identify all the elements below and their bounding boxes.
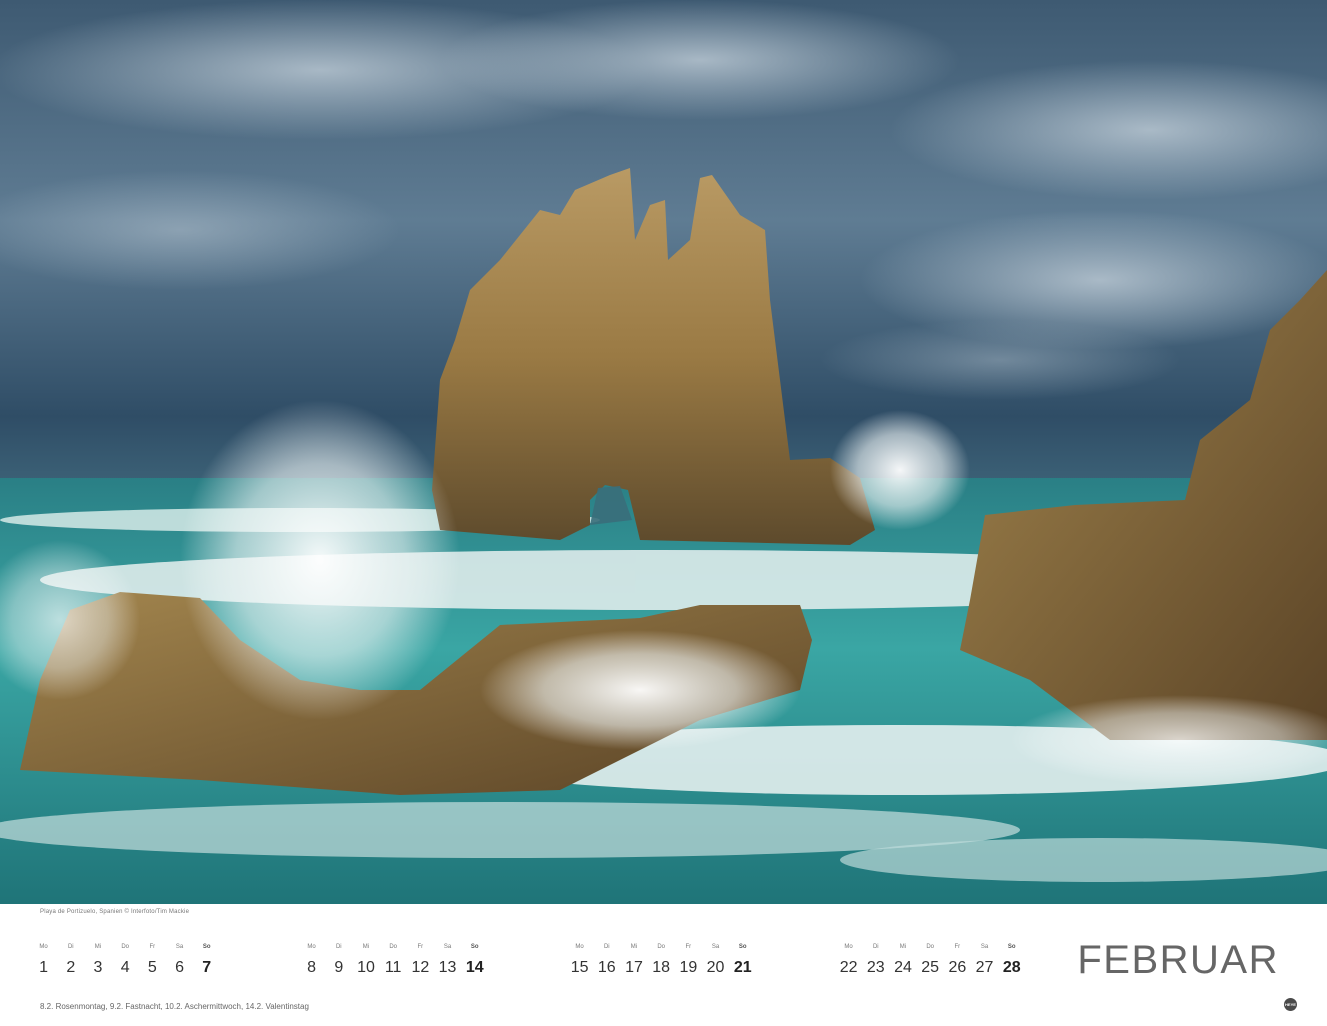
day-number: 16 [597,959,616,976]
day-number: 24 [894,959,912,976]
calendar-day-sunday: So 28 [998,942,1025,979]
day-number: 23 [866,959,885,976]
day-number: 4 [120,959,130,976]
weekday-label: Mo [39,944,48,950]
calendar-day: Fr 26 [944,942,971,979]
weekday-label: So [202,944,211,950]
calendar-week-3: Mo 15 Di 16 Mi 17 Do 18 Fr 19 Sa 20 So 21 [566,942,756,979]
weekday-label: Sa [175,944,184,950]
calendar-day: Mo 1 [30,942,57,979]
calendar-day: Mi 24 [889,942,916,979]
day-number: 6 [175,959,184,976]
calendar-day: Di 23 [862,942,889,979]
weekday-label: Sa [711,944,720,950]
calendar-day: Do 25 [917,942,944,979]
calendar-day: Do 11 [380,942,407,979]
calendar-day: Mo 22 [835,942,862,979]
day-number: 10 [357,959,375,976]
calendar-day: Di 16 [593,942,620,979]
calendar-week-1: Mo 1 Di 2 Mi 3 Do 4 Fr 5 Sa 6 So 7 [30,942,220,979]
day-number: 13 [438,959,457,976]
publisher-logo: HEYE [1284,998,1297,1011]
weekday-label: Sa [443,944,452,950]
day-number: 17 [625,959,643,976]
holidays-note: 8.2. Rosenmontag, 9.2. Fastnacht, 10.2. … [40,1002,309,1011]
weekday-label: Sa [980,944,989,950]
weekday-label: Di [335,944,342,950]
day-number: 14 [465,959,484,976]
calendar-day: Do 4 [112,942,139,979]
weekday-label: Fr [149,944,156,950]
weekday-label: Di [67,944,74,950]
sea-stack-scene [0,0,1327,904]
calendar-day: Mi 17 [620,942,647,979]
day-number: 12 [411,959,430,976]
photo-caption: Playa de Portizuelo, Spanien © Interfoto… [40,909,190,915]
day-number: 3 [93,959,103,976]
weekday-label: Mo [307,944,316,950]
calendar-day: Sa 13 [434,942,461,979]
weekday-label: So [738,944,747,950]
weekday-label: So [470,944,479,950]
weekday-label: Mo [575,944,584,950]
calendar-day: Sa 6 [166,942,193,979]
calendar-day-sunday: So 14 [461,942,488,979]
calendar-day: Do 18 [648,942,675,979]
calendar-day-sunday: So 21 [729,942,756,979]
calendar-day-sunday: So 7 [193,942,220,979]
day-number: 1 [39,959,49,976]
weekday-label: Mi [94,944,102,950]
month-title: FEBRUAR [1077,938,1279,982]
day-number: 19 [679,959,698,976]
day-number: 25 [921,959,940,976]
calendar-day: Mi 10 [352,942,379,979]
weekday-label: Do [121,944,129,950]
weekday-label: Fr [417,944,424,950]
weekday-label: Do [926,944,934,950]
weekday-label: Mi [899,944,907,950]
weekday-label: So [1007,944,1016,950]
calendar-day: Di 2 [57,942,84,979]
day-number: 9 [334,959,344,976]
day-number: 26 [948,959,967,976]
day-number: 8 [307,959,317,976]
calendar-week-2: Mo 8 Di 9 Mi 10 Do 11 Fr 12 Sa 13 So 14 [298,942,488,979]
calendar-day: Mo 15 [566,942,593,979]
day-number: 15 [570,959,589,976]
weekday-label: Di [603,944,610,950]
calendar-week-4: Mo 22 Di 23 Mi 24 Do 25 Fr 26 Sa 27 So 28 [835,942,1025,979]
calendar-day: Mi 3 [84,942,111,979]
day-number: 11 [384,959,402,976]
day-number: 28 [1002,959,1021,976]
day-number: 22 [839,959,858,976]
weekday-label: Mi [630,944,638,950]
calendar-day: Sa 20 [702,942,729,979]
day-number: 2 [66,959,76,976]
weekday-label: Do [389,944,397,950]
weekday-label: Fr [685,944,692,950]
calendar-day: Fr 19 [675,942,702,979]
day-number: 27 [975,959,994,976]
calendar-day: Sa 27 [971,942,998,979]
calendar-day: Fr 12 [407,942,434,979]
calendar-day: Fr 5 [139,942,166,979]
landscape-photo [0,0,1327,904]
day-number: 18 [652,959,671,976]
day-number: 20 [706,959,725,976]
weekday-label: Fr [954,944,961,950]
calendar-day: Mo 8 [298,942,325,979]
weekday-label: Mi [362,944,370,950]
day-number: 7 [202,959,212,976]
weekday-label: Do [657,944,665,950]
day-number: 21 [733,959,752,976]
weekday-label: Mo [844,944,853,950]
day-number: 5 [147,959,157,976]
weekday-label: Di [872,944,879,950]
calendar-day: Di 9 [325,942,352,979]
